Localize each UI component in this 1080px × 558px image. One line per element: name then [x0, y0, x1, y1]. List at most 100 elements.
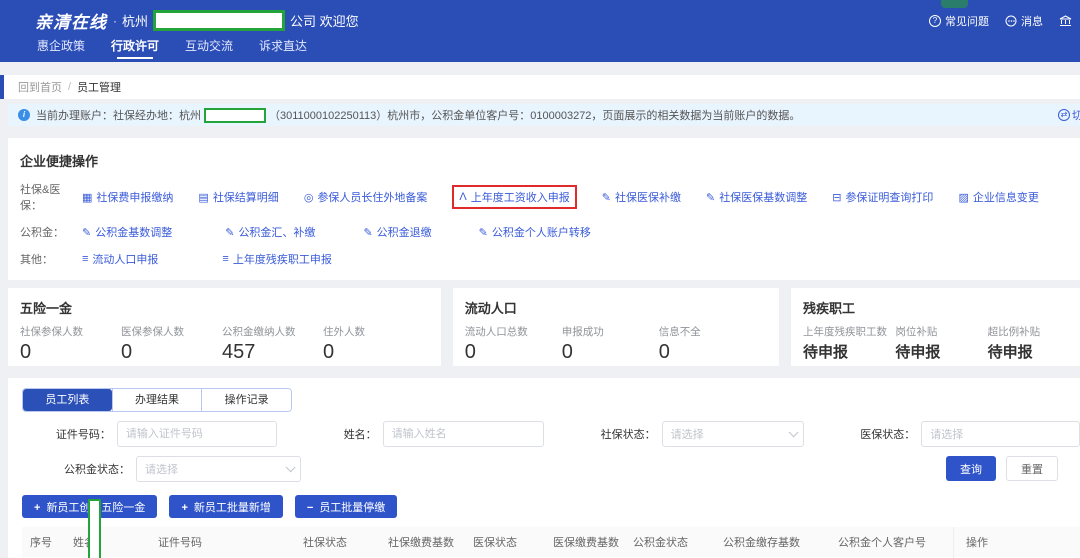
info-icon: i	[18, 109, 30, 121]
op-label: 社保费申报缴纳	[96, 189, 173, 205]
messages-link[interactable]: 消息	[1005, 13, 1043, 29]
metric-shebao-canbao: 社保参保人数0	[20, 324, 121, 364]
top-header: 亲清在线 · 杭州 公司 欢迎您 ? 常见问题 消息 惠企政策 行政许可 互动交…	[0, 0, 1080, 62]
op-gjj-tuijiao[interactable]: ✎公积金退缴	[363, 224, 431, 240]
topbar-utilities: ? 常见问题 消息	[929, 13, 1072, 29]
search-buttons: 查询 重置	[946, 456, 1058, 481]
op-gjj-zhanghu-zhuanyi[interactable]: ✎ 公积金个人账户转移	[479, 224, 591, 240]
op-label: 企业信息变更	[973, 189, 1039, 205]
col-fund-account: 公积金个人客户号	[838, 534, 953, 550]
name-label: 姓名：	[333, 426, 377, 442]
op-yibao-jishu-tiaozheng[interactable]: ✎社保医保基数调整	[706, 189, 807, 205]
batch-stop-button[interactable]: −员工批量停缴	[295, 495, 397, 518]
metric-shenbao-chenggong: 申报成功0	[562, 324, 659, 364]
search-button[interactable]: 查询	[946, 456, 996, 481]
document-icon: ▤	[198, 191, 208, 204]
breadcrumb-home-link[interactable]: 回到首页	[18, 79, 62, 95]
medical-status-select[interactable]: 请选择	[921, 421, 1080, 447]
op-shebao-jiesuan[interactable]: ▤社保结算明细	[198, 189, 278, 205]
tab-employee-list[interactable]: 员工列表	[23, 389, 112, 411]
col-social-status: 社保状态	[303, 534, 388, 550]
op-shebaofei-shenbao[interactable]: ▦社保费申报缴纳	[82, 189, 173, 205]
op-shebao-yibao-bujiao[interactable]: ✎ 社保医保补缴	[602, 189, 681, 205]
employee-management-page: 亲清在线 · 杭州 公司 欢迎您 ? 常见问题 消息 惠企政策 行政许可 互动交…	[0, 0, 1080, 558]
op-label: 公积金个人账户转移	[492, 224, 591, 240]
nav-suqiu-zhida[interactable]: 诉求直达	[257, 32, 309, 62]
social-status-value: 请选择	[671, 426, 704, 442]
stats-row: 五险一金 社保参保人数0 医保参保人数0 公积金缴纳人数457 住外人数0 流动…	[8, 288, 1080, 366]
id-number-input[interactable]	[117, 421, 277, 447]
edit-icon: ✎	[602, 191, 611, 204]
col-operations: 操作	[953, 527, 1080, 557]
col-medical-status: 医保状态	[473, 534, 553, 550]
edit-icon: ✎	[706, 191, 715, 204]
faq-link[interactable]: ? 常见问题	[929, 13, 989, 29]
stat-title: 五险一金	[20, 298, 441, 317]
notice-redaction-box	[204, 108, 266, 123]
social-status-label: 社保状态：	[600, 426, 656, 442]
op-gongzi-shouru-shenbao-highlighted[interactable]: Λ上年度工资收入申报	[452, 185, 576, 209]
question-icon: ?	[929, 15, 941, 27]
name-input[interactable]	[383, 421, 544, 447]
social-status-select[interactable]: 请选择	[662, 421, 804, 447]
op-qiye-xinxi-biangeng[interactable]: ▨企业信息变更	[958, 189, 1038, 205]
quick-ops-row-other: 其他： ≡流动人口申报 ≡上年度残疾职工申报	[20, 251, 1080, 267]
metric-gjj-jiaona: 公积金缴纳人数457	[222, 324, 323, 364]
bank-icon	[1059, 15, 1072, 27]
edit-icon: ✎	[82, 226, 91, 239]
op-gjj-hui-bujiao[interactable]: ✎公积金汇、补缴	[225, 224, 315, 240]
quick-operations-card: 企业便捷操作 社保&医保： ▦社保费申报缴纳 ▤社保结算明细 ◎参保人员长住外地…	[8, 138, 1080, 280]
breadcrumb-separator: /	[68, 81, 71, 93]
action-label: 新员工批量新增	[194, 502, 271, 514]
chevron-down-icon	[788, 427, 798, 437]
stat-title: 残疾职工	[803, 298, 1080, 317]
op-label: 社保医保补缴	[615, 189, 681, 205]
tab-processing-results[interactable]: 办理结果	[112, 389, 202, 411]
breadcrumb: 回到首页 / 员工管理	[0, 75, 1080, 99]
fund-status-select[interactable]: 请选择	[136, 456, 301, 482]
quick-ops-row-fund: 公积金： ✎公积金基数调整 ✎公积金汇、补缴 ✎公积金退缴 ✎ 公积金个人账户转移	[20, 224, 1080, 240]
op-label: 上年度工资收入申报	[471, 189, 570, 205]
main-nav: 惠企政策 行政许可 互动交流 诉求直达	[0, 32, 1080, 62]
filter-row-1: 证件号码： 姓名： 社保状态： 请选择 医保状态： 请选择	[8, 421, 1080, 447]
col-no: 序号	[30, 534, 73, 550]
row-label: 其他：	[20, 251, 82, 267]
nav-huiqi-zhengce[interactable]: 惠企政策	[35, 32, 87, 62]
clipped-floating-button[interactable]	[941, 0, 968, 8]
quick-operations-title: 企业便捷操作	[20, 151, 1080, 170]
col-fund-base: 公积金缴存基数	[723, 534, 838, 550]
reset-button[interactable]: 重置	[1006, 456, 1058, 481]
brand-separator: ·	[113, 14, 117, 28]
batch-add-button[interactable]: +新员工批量新增	[169, 495, 282, 518]
row-label: 公积金：	[20, 224, 82, 240]
brand-row: 亲清在线 · 杭州 公司 欢迎您	[0, 0, 1080, 32]
edit-icon: ✎	[363, 226, 372, 239]
fund-status-label: 公积金状态：	[8, 461, 130, 477]
op-label: 流动人口申报	[92, 251, 158, 267]
medical-status-label: 医保状态：	[860, 426, 916, 442]
name-redaction-box	[88, 499, 101, 558]
edit-icon: ✎	[479, 226, 488, 239]
col-id: 证件号码	[158, 534, 303, 550]
quick-ops-row-social: 社保&医保： ▦社保费申报缴纳 ▤社保结算明细 ◎参保人员长住外地备案 Λ上年度…	[20, 181, 1080, 213]
minus-icon: −	[307, 502, 313, 514]
op-canji-zhigong-shenbao[interactable]: ≡上年度残疾职工申报	[222, 251, 331, 267]
nav-hudong-jiaoliu[interactable]: 互动交流	[183, 32, 235, 62]
chat-icon	[1005, 15, 1017, 27]
tab-operation-records[interactable]: 操作记录	[201, 389, 291, 411]
organization-link[interactable]	[1059, 15, 1072, 27]
op-liudong-renkou-shenbao[interactable]: ≡流动人口申报	[82, 251, 158, 267]
switch-account-link[interactable]: ⇄ 切换	[1058, 107, 1080, 123]
metric-ld-zongshu: 流动人口总数0	[465, 324, 562, 364]
fund-status-value: 请选择	[145, 461, 178, 477]
faq-label: 常见问题	[945, 13, 989, 29]
op-label: 参保证明查询打印	[845, 189, 933, 205]
nav-xingzheng-xuke[interactable]: 行政许可	[109, 32, 161, 62]
metric-yibao-canbao: 医保参保人数0	[121, 324, 222, 364]
plus-icon: +	[34, 502, 40, 514]
op-gjj-jishu-tiaozheng[interactable]: ✎公积金基数调整	[82, 224, 172, 240]
col-social-base: 社保缴费基数	[388, 534, 473, 550]
op-changzhu-waidi-beian[interactable]: ◎参保人员长住外地备案	[304, 189, 428, 205]
op-canbao-zhengming-dayin[interactable]: ⊟参保证明查询打印	[832, 189, 933, 205]
col-fund-status: 公积金状态	[633, 534, 723, 550]
